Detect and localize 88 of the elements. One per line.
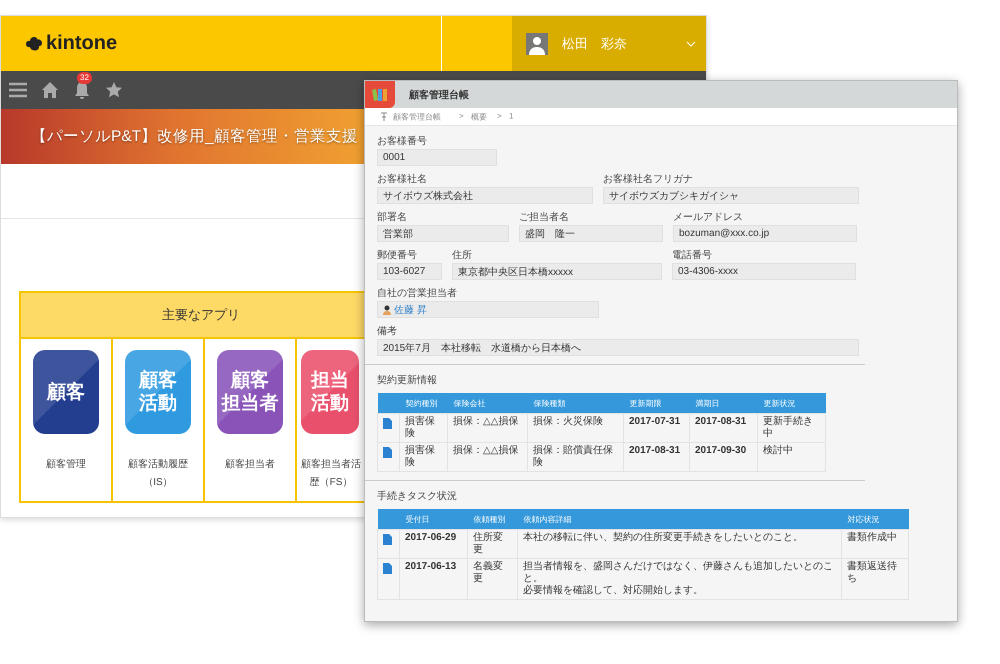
user-link[interactable]: 佐藤 昇 xyxy=(394,302,427,316)
breadcrumb-link[interactable]: 1 xyxy=(508,112,514,121)
field-label: 住所 xyxy=(452,248,473,263)
column-header: 依頼種別 xyxy=(468,509,518,530)
column-header: 依頼内容詳細 xyxy=(518,509,842,530)
table-cell: 損保：賠償責任保険 xyxy=(528,442,624,472)
table-cell: 書類返送待ち xyxy=(842,558,908,600)
field-label: 自社の営業担当者 xyxy=(377,286,458,301)
cloud-icon xyxy=(25,36,43,52)
field-value: 営業部 xyxy=(377,225,509,242)
document-icon[interactable] xyxy=(383,534,392,545)
field-value: bozuman@xxx.co.jp xyxy=(673,225,857,242)
table-cell: 本社の移転に伴い、契約の住所変更手続きをしたいとのこと。 xyxy=(518,530,842,558)
bell-icon[interactable] xyxy=(73,80,91,100)
table-cell: 損害保険 xyxy=(400,442,448,472)
table-cell: 2017-06-29 xyxy=(400,530,468,558)
field-label: 電話番号 xyxy=(672,248,713,263)
field-label: お客様社名フリガナ xyxy=(603,172,694,187)
table-cell: 名義変更 xyxy=(468,558,518,600)
table-cell: 損保：火災保険 xyxy=(528,414,624,442)
column-header: 更新期限 xyxy=(624,393,690,414)
field-value: 盛岡 隆一 xyxy=(519,225,663,242)
field-value: サイボウズカブシキガイシャ xyxy=(603,187,859,204)
section-title: 契約更新情報 xyxy=(377,374,438,387)
field-value: サイボウズ株式会社 xyxy=(377,187,593,204)
table-cell: 2017-08-31 xyxy=(690,414,758,442)
field-value: 0001 xyxy=(377,149,497,166)
table-cell: 更新手続き中 xyxy=(758,414,826,442)
column-header: 更新状況 xyxy=(758,393,826,414)
field-label: お客様番号 xyxy=(377,134,428,149)
breadcrumb-link[interactable]: 概要 xyxy=(470,110,487,122)
table-cell: 2017-07-31 xyxy=(624,414,690,442)
field-value: 03-4306-xxxx xyxy=(672,263,856,280)
field-value: 東京都中央区日本橋xxxxx xyxy=(452,263,662,280)
table-cell: 住所変更 xyxy=(468,530,518,558)
app-link[interactable]: 顧客担当者活 歴（FS） xyxy=(301,456,361,492)
column-header: 対応状況 xyxy=(842,509,908,530)
table-cell: 2017-06-13 xyxy=(400,558,468,600)
table-cell: 書類作成中 xyxy=(842,530,908,558)
field-value: 2015年7月 本社移転 水道橋から日本橋へ xyxy=(377,339,859,356)
window-title: 顧客管理台帳 xyxy=(409,88,469,102)
star-icon[interactable] xyxy=(105,81,123,99)
table-cell: 2017-09-30 xyxy=(690,442,758,472)
table-cell: 2017-08-31 xyxy=(624,442,690,472)
table-cell: 損保：△△損保 xyxy=(448,442,528,472)
app-link[interactable]: 顧客担当者 xyxy=(225,456,275,474)
space-title: 【パーソルP&T】改修用_顧客管理・営業支援 xyxy=(31,127,358,147)
column-header: 契約種別 xyxy=(400,393,448,414)
table-cell: 損害保険 xyxy=(400,414,448,442)
table-cell: 損保：△△損保 xyxy=(448,414,528,442)
app-icon[interactable]: 顧客 xyxy=(33,350,99,434)
notification-badge: 32 xyxy=(77,72,92,84)
column-header: 満期日 xyxy=(690,393,758,414)
field-label: 部署名 xyxy=(377,210,408,225)
breadcrumb-separator: > xyxy=(459,112,464,121)
cell-text: 担当者情報を、盛岡さんだけではなく、伊藤さんも追加したいとのこと。 xyxy=(523,561,834,584)
field-label: ご担当者名 xyxy=(519,210,570,225)
panel-title: 主要なアプリ xyxy=(162,306,240,324)
home-icon[interactable] xyxy=(41,81,59,99)
field-label: メールアドレス xyxy=(673,211,744,225)
column-header: 受付日 xyxy=(400,509,468,530)
table-cell: 検討中 xyxy=(758,442,826,472)
column-header: 保険種類 xyxy=(528,393,624,414)
menu-icon[interactable] xyxy=(9,81,27,99)
document-icon[interactable] xyxy=(383,563,392,574)
logo-text: kintone xyxy=(46,32,118,55)
field-label: 郵便番号 xyxy=(377,248,418,263)
section-title: 手続きタスク状況 xyxy=(377,490,458,503)
field-label: 備考 xyxy=(377,324,398,339)
field-label: お客様社名 xyxy=(377,172,428,187)
chevron-icon[interactable] xyxy=(686,40,696,46)
field-value: 103-6027 xyxy=(377,263,442,280)
app-link[interactable]: 顧客活動履歴 （IS） xyxy=(128,456,188,492)
breadcrumb-link[interactable]: 顧客管理台帳 xyxy=(393,110,441,122)
binders-icon xyxy=(365,81,395,108)
breadcrumb-separator: > xyxy=(496,112,502,121)
person-icon xyxy=(383,304,391,314)
app-icon[interactable]: 顧客 担当者 xyxy=(217,350,283,434)
app-icon[interactable]: 顧客 活動 xyxy=(125,350,191,434)
document-icon[interactable] xyxy=(383,447,392,458)
pin-icon[interactable] xyxy=(381,112,387,121)
document-icon[interactable] xyxy=(383,418,392,429)
user-field[interactable]: 佐藤 昇 xyxy=(377,301,599,318)
column-header: 保険会社 xyxy=(448,393,528,414)
app-link[interactable]: 顧客管理 xyxy=(46,456,86,474)
cell-text: 必要情報を確認して、対応開始します。 xyxy=(523,585,704,597)
app-icon[interactable]: 担当 活動 xyxy=(301,350,359,434)
user-name[interactable]: 松田 彩奈 xyxy=(562,34,627,52)
